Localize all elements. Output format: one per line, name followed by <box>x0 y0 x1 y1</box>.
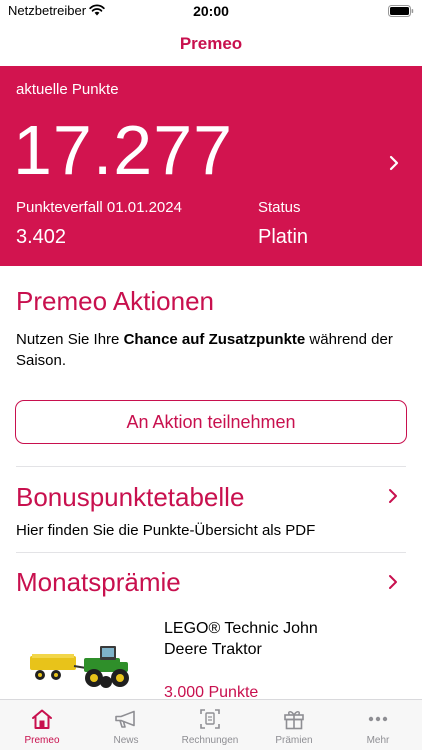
points-expiry-label: Punkteverfall 01.01.2024 <box>16 199 182 216</box>
bonus-table-title: Bonuspunktetabelle <box>16 482 245 512</box>
join-action-button[interactable]: An Aktion teilnehmen <box>15 400 407 444</box>
divider <box>16 466 406 467</box>
aktionen-description: Nutzen Sie Ihre Chance auf Zusatzpunkte … <box>16 329 396 371</box>
home-icon <box>32 709 52 729</box>
tab-label: News <box>113 735 139 746</box>
monthly-reward-title: Monatsprämie <box>16 567 181 597</box>
tab-premeo[interactable]: Premeo <box>0 700 84 750</box>
tab-news[interactable]: News <box>84 700 168 750</box>
product-name: LEGO® Technic John Deere Traktor <box>164 620 318 658</box>
clock-time: 20:00 <box>193 3 229 19</box>
tab-bar: Premeo News Rechnungen Prämien Mehr <box>0 699 422 750</box>
aktionen-desc-bold: Chance auf Zusatzpunkte <box>123 331 306 348</box>
megaphone-icon <box>115 710 135 728</box>
points-value: 17.277 <box>13 111 234 189</box>
status-label: Status <box>258 199 301 216</box>
tab-praemien[interactable]: Prämien <box>252 700 336 750</box>
chevron-right-icon <box>389 155 399 171</box>
chevron-right-icon <box>389 489 397 503</box>
tab-label: Prämien <box>275 735 313 746</box>
points-card[interactable]: aktuelle Punkte 17.277 Punkteverfall 01.… <box>0 66 422 266</box>
divider <box>16 552 406 553</box>
tab-label: Premeo <box>24 735 60 746</box>
monthly-reward-row[interactable]: Monatsprämie LEGO® Technic John Deere Tr… <box>0 556 422 701</box>
tractor-product-image <box>30 646 129 688</box>
points-label: aktuelle Punkte <box>16 81 119 98</box>
status-value: Platin <box>258 226 309 248</box>
tab-mehr[interactable]: Mehr <box>336 700 420 750</box>
bonus-table-subtitle: Hier finden Sie die Punkte-Übersicht als… <box>16 522 316 539</box>
tab-label: Rechnungen <box>181 735 239 746</box>
status-bar: Netzbetreiber 20:00 <box>0 0 422 22</box>
tab-label: Mehr <box>366 735 390 746</box>
gift-icon <box>284 711 304 730</box>
aktionen-desc-prefix: Nutzen Sie Ihre <box>16 331 124 348</box>
bonus-table-row[interactable]: Bonuspunktetabelle Hier finden Sie die P… <box>0 470 422 550</box>
tab-rechnungen[interactable]: Rechnungen <box>168 700 252 750</box>
points-expiry-value: 3.402 <box>16 226 67 248</box>
receipt-icon <box>200 709 220 729</box>
aktionen-title: Premeo Aktionen <box>16 286 215 316</box>
page-title: Premeo <box>179 34 243 53</box>
chevron-right-icon <box>389 575 397 589</box>
battery-icon <box>388 5 414 17</box>
more-icon <box>368 716 388 722</box>
